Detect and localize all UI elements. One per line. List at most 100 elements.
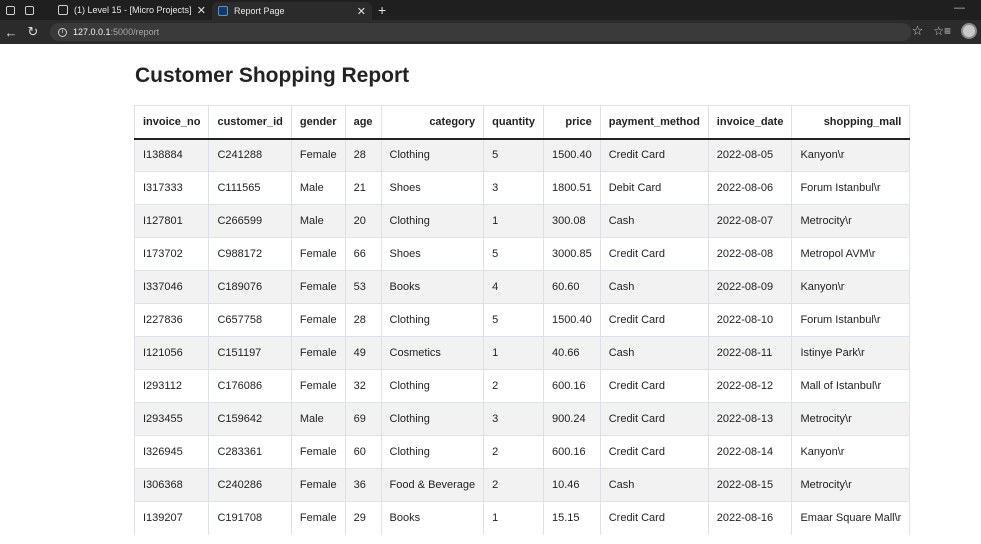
back-arrow-icon[interactable]: ← bbox=[0, 25, 22, 40]
table-row: I293455 C159642 Male 69 Clothing 3 900.24 Credi… bbox=[133, 402, 911, 436]
cell-price: 60.60 bbox=[542, 270, 601, 304]
page-title: Customer Shopping Report bbox=[135, 64, 410, 87]
cell-price: 3000.85 bbox=[542, 237, 601, 271]
cell-customer-id: C657758 bbox=[208, 303, 292, 337]
cell-invoice-no: I306368 bbox=[133, 468, 209, 502]
cell-category: Clothing bbox=[380, 138, 484, 172]
table-row: I121056 C151197 Female 49 Cosmetics 1 40.66 Cas… bbox=[133, 336, 911, 370]
site-info-icon[interactable]: i bbox=[58, 27, 67, 37]
browser-tab-bar: (1) Level 15 - [Micro Projects] ✕ Report… bbox=[0, 0, 981, 20]
table-row: I337046 C189076 Female 53 Books 4 60.60 Cash 202… bbox=[133, 270, 911, 304]
cell-payment-method: Credit Card bbox=[599, 501, 709, 535]
cell-payment-method: Credit Card bbox=[599, 402, 709, 436]
cell-category: Clothing bbox=[380, 402, 484, 436]
cell-payment-method: Cash bbox=[599, 204, 709, 238]
cell-invoice-date: 2022-08-12 bbox=[707, 369, 792, 403]
cell-invoice-no: I121056 bbox=[133, 336, 209, 370]
cell-shopping-mall: Forum Istanbul\r bbox=[791, 303, 911, 337]
cell-invoice-date: 2022-08-10 bbox=[707, 303, 792, 337]
cell-quantity: 3 bbox=[483, 171, 544, 205]
url-path: :5000/report bbox=[110, 27, 160, 37]
cell-shopping-mall: Istinye Park\r bbox=[791, 336, 911, 370]
report-table: invoice_no customer_id gender age category qu… bbox=[133, 105, 911, 535]
column-header-age: age bbox=[344, 105, 382, 140]
cell-price: 600.16 bbox=[542, 369, 601, 403]
cell-customer-id: C159642 bbox=[208, 402, 292, 436]
url-host: 127.0.0.1 bbox=[73, 27, 111, 37]
cell-category: Books bbox=[380, 501, 484, 535]
cell-quantity: 2 bbox=[483, 468, 544, 502]
table-row: I173702 C988172 Female 66 Shoes 5 3000.85 Credi… bbox=[133, 237, 911, 271]
cell-invoice-no: I173702 bbox=[133, 237, 209, 271]
cell-quantity: 1 bbox=[483, 204, 544, 238]
cell-payment-method: Credit Card bbox=[599, 435, 709, 469]
tab-actions-icon[interactable] bbox=[25, 5, 34, 15]
column-header-category: category bbox=[380, 105, 484, 140]
cell-quantity: 3 bbox=[483, 402, 544, 436]
close-tab-icon[interactable]: ✕ bbox=[357, 5, 366, 18]
cell-price: 40.66 bbox=[542, 336, 601, 370]
cell-invoice-date: 2022-08-16 bbox=[707, 501, 792, 535]
column-header-invoice-no: invoice_no bbox=[133, 105, 209, 140]
cell-invoice-no: I293455 bbox=[133, 402, 209, 436]
cell-age: 49 bbox=[344, 336, 382, 370]
cell-price: 10.46 bbox=[542, 468, 601, 502]
favorites-icon[interactable]: ☆≡ bbox=[933, 24, 951, 38]
cell-invoice-no: I293112 bbox=[133, 369, 209, 403]
table-row: I317333 C111565 Male 21 Shoes 3 1800.51 Debit C… bbox=[133, 171, 911, 205]
cell-age: 28 bbox=[344, 303, 382, 337]
cell-age: 28 bbox=[344, 138, 382, 172]
cell-category: Clothing bbox=[380, 303, 484, 337]
tab-title: (1) Level 15 - [Micro Projects] bbox=[74, 5, 191, 15]
cell-price: 1500.40 bbox=[542, 138, 601, 172]
report-page: Customer Shopping Report invoice_no custo… bbox=[0, 44, 981, 544]
cell-customer-id: C241288 bbox=[208, 138, 292, 172]
reload-icon[interactable]: ↻ bbox=[22, 24, 44, 40]
terminal-favicon-icon bbox=[218, 6, 228, 16]
tab-title: Report Page bbox=[234, 6, 285, 16]
workspaces-icon[interactable] bbox=[6, 5, 15, 15]
cell-category: Clothing bbox=[380, 204, 484, 238]
cell-invoice-date: 2022-08-06 bbox=[707, 171, 792, 205]
cell-invoice-no: I127801 bbox=[133, 204, 209, 238]
browser-tab-active[interactable]: Report Page ✕ bbox=[212, 2, 372, 20]
cell-invoice-date: 2022-08-11 bbox=[707, 336, 792, 370]
new-tab-icon[interactable]: + bbox=[378, 2, 386, 18]
cell-age: 36 bbox=[344, 468, 382, 502]
cell-gender: Female bbox=[290, 237, 346, 271]
cell-category: Clothing bbox=[380, 369, 484, 403]
url-field[interactable]: i 127.0.0.1:5000/report bbox=[50, 23, 911, 41]
cell-quantity: 5 bbox=[483, 138, 544, 172]
page-favicon-icon bbox=[58, 5, 68, 15]
cell-shopping-mall: Emaar Square Mall\r bbox=[791, 501, 911, 535]
profile-avatar-icon[interactable] bbox=[961, 23, 977, 39]
cell-shopping-mall: Metrocity\r bbox=[791, 204, 911, 238]
cell-age: 29 bbox=[344, 501, 382, 535]
cell-price: 300.08 bbox=[542, 204, 601, 238]
cell-category: Cosmetics bbox=[380, 336, 484, 370]
column-header-shopping-mall: shopping_mall bbox=[791, 105, 911, 140]
table-row: I139207 C191708 Female 29 Books 1 15.15 Credit … bbox=[133, 501, 911, 535]
cell-customer-id: C176086 bbox=[208, 369, 292, 403]
cell-payment-method: Debit Card bbox=[599, 171, 709, 205]
cell-invoice-no: I138884 bbox=[133, 138, 209, 172]
cell-quantity: 4 bbox=[483, 270, 544, 304]
cell-invoice-date: 2022-08-05 bbox=[707, 138, 792, 172]
cell-category: Food & Beverage bbox=[380, 468, 484, 502]
cell-invoice-no: I227836 bbox=[133, 303, 209, 337]
cell-quantity: 2 bbox=[483, 435, 544, 469]
close-tab-icon[interactable]: ✕ bbox=[197, 4, 206, 17]
cell-shopping-mall: Kanyon\r bbox=[791, 138, 911, 172]
cell-payment-method: Cash bbox=[599, 468, 709, 502]
cell-age: 69 bbox=[344, 402, 382, 436]
cell-quantity: 5 bbox=[483, 237, 544, 271]
table-row: I127801 C266599 Male 20 Clothing 1 300.08 Cash 2… bbox=[133, 204, 911, 238]
cell-gender: Female bbox=[290, 303, 346, 337]
star-icon[interactable]: ☆ bbox=[912, 23, 924, 39]
cell-customer-id: C988172 bbox=[208, 237, 292, 271]
cell-age: 32 bbox=[344, 369, 382, 403]
cell-payment-method: Credit Card bbox=[599, 303, 709, 337]
browser-tab-inactive[interactable]: (1) Level 15 - [Micro Projects] ✕ bbox=[52, 0, 212, 20]
cell-customer-id: C151197 bbox=[208, 336, 292, 370]
minimize-icon[interactable]: — bbox=[954, 2, 965, 14]
